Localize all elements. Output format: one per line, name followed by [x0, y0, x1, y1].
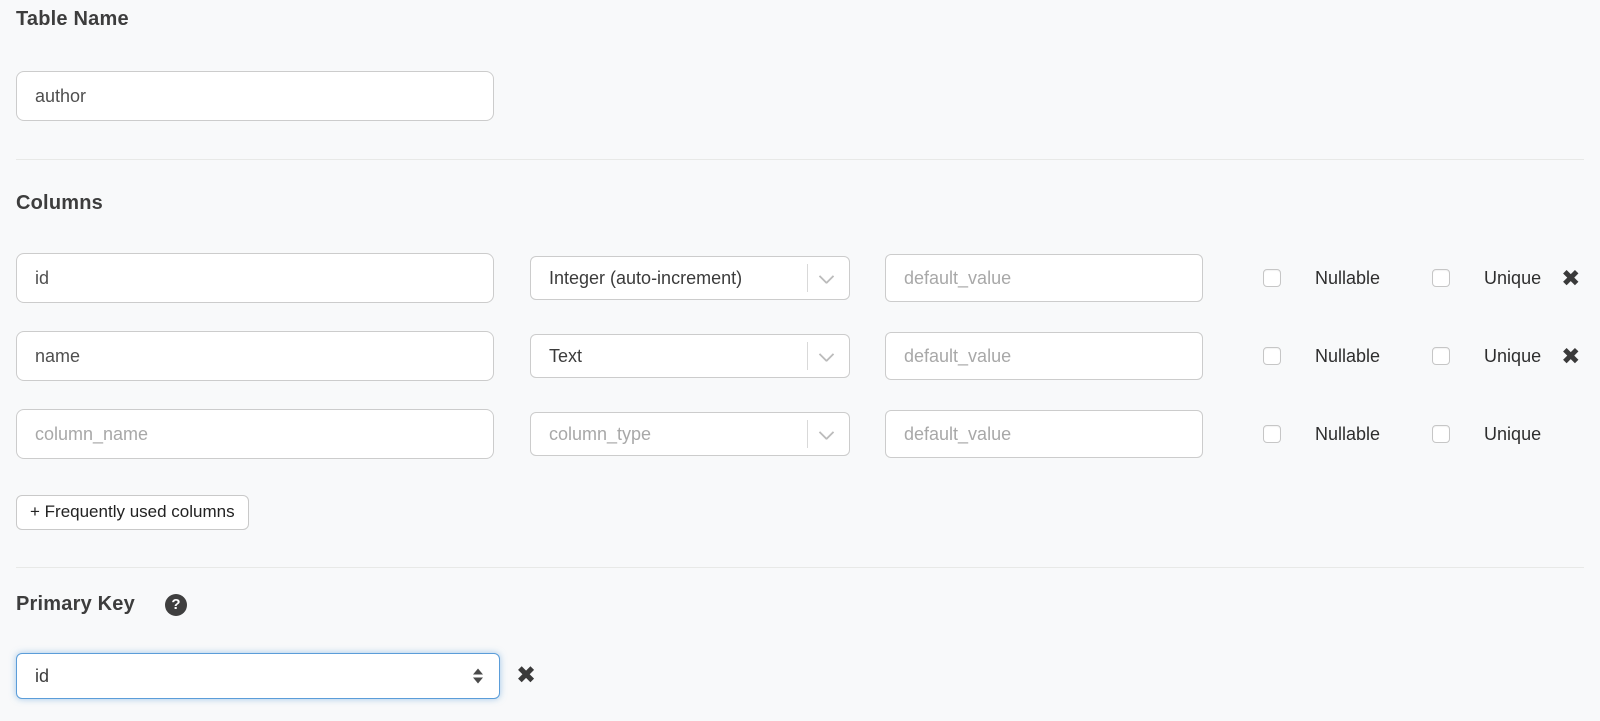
column-type-value: Integer (auto-increment): [549, 268, 807, 289]
column-default-input[interactable]: [885, 410, 1203, 458]
unique-label: Unique: [1484, 346, 1541, 367]
remove-column-icon[interactable]: ✖: [1561, 345, 1580, 368]
unique-label: Unique: [1484, 268, 1541, 289]
dropdown-divider: [807, 420, 808, 448]
unique-checkbox[interactable]: [1432, 347, 1450, 365]
section-divider: [16, 159, 1584, 160]
unique-checkbox[interactable]: [1432, 269, 1450, 287]
table-name-heading: Table Name: [16, 8, 1584, 31]
unique-checkbox[interactable]: [1432, 425, 1450, 443]
dropdown-divider: [807, 264, 808, 292]
primary-key-select[interactable]: id: [16, 653, 500, 699]
unique-label: Unique: [1484, 424, 1541, 445]
column-name-input[interactable]: [16, 331, 494, 381]
help-icon[interactable]: ?: [165, 594, 187, 616]
column-type-dropdown[interactable]: Integer (auto-increment): [530, 256, 850, 300]
primary-key-row: id ✖: [16, 653, 1584, 699]
remove-column-icon[interactable]: ✖: [1561, 267, 1580, 290]
column-default-input[interactable]: [885, 254, 1203, 302]
column-flags: Nullable Unique: [1263, 424, 1541, 445]
section-divider: [16, 567, 1584, 568]
chevron-down-icon: [819, 424, 835, 440]
column-type-dropdown[interactable]: column_type: [530, 412, 850, 456]
nullable-label: Nullable: [1315, 424, 1380, 445]
column-flags: Nullable Unique ✖: [1263, 267, 1580, 290]
column-name-input[interactable]: [16, 253, 494, 303]
chevron-down-icon: [819, 346, 835, 362]
nullable-checkbox[interactable]: [1263, 425, 1281, 443]
nullable-checkbox[interactable]: [1263, 269, 1281, 287]
column-flags: Nullable Unique ✖: [1263, 345, 1580, 368]
nullable-label: Nullable: [1315, 346, 1380, 367]
nullable-label: Nullable: [1315, 268, 1380, 289]
remove-primary-key-icon[interactable]: ✖: [516, 664, 536, 688]
column-type-dropdown[interactable]: Text: [530, 334, 850, 378]
chevron-down-icon: [819, 268, 835, 284]
column-row: Text Nullable Unique ✖: [16, 331, 1584, 381]
column-type-placeholder: column_type: [549, 424, 807, 445]
dropdown-divider: [807, 342, 808, 370]
primary-key-header: Primary Key ?: [16, 593, 1584, 616]
table-modify-form: Table Name Columns Integer (auto-increme…: [0, 0, 1600, 699]
column-row: Integer (auto-increment) Nullable Unique…: [16, 253, 1584, 303]
primary-key-heading: Primary Key: [16, 593, 135, 616]
frequently-used-columns-button[interactable]: + Frequently used columns: [16, 495, 249, 530]
column-type-value: Text: [549, 346, 807, 367]
table-name-input[interactable]: [16, 71, 494, 121]
column-default-input[interactable]: [885, 332, 1203, 380]
primary-key-select-wrap: id: [16, 653, 500, 699]
column-row: column_type Nullable Unique: [16, 409, 1584, 459]
column-name-input[interactable]: [16, 409, 494, 459]
columns-heading: Columns: [16, 192, 1584, 215]
nullable-checkbox[interactable]: [1263, 347, 1281, 365]
